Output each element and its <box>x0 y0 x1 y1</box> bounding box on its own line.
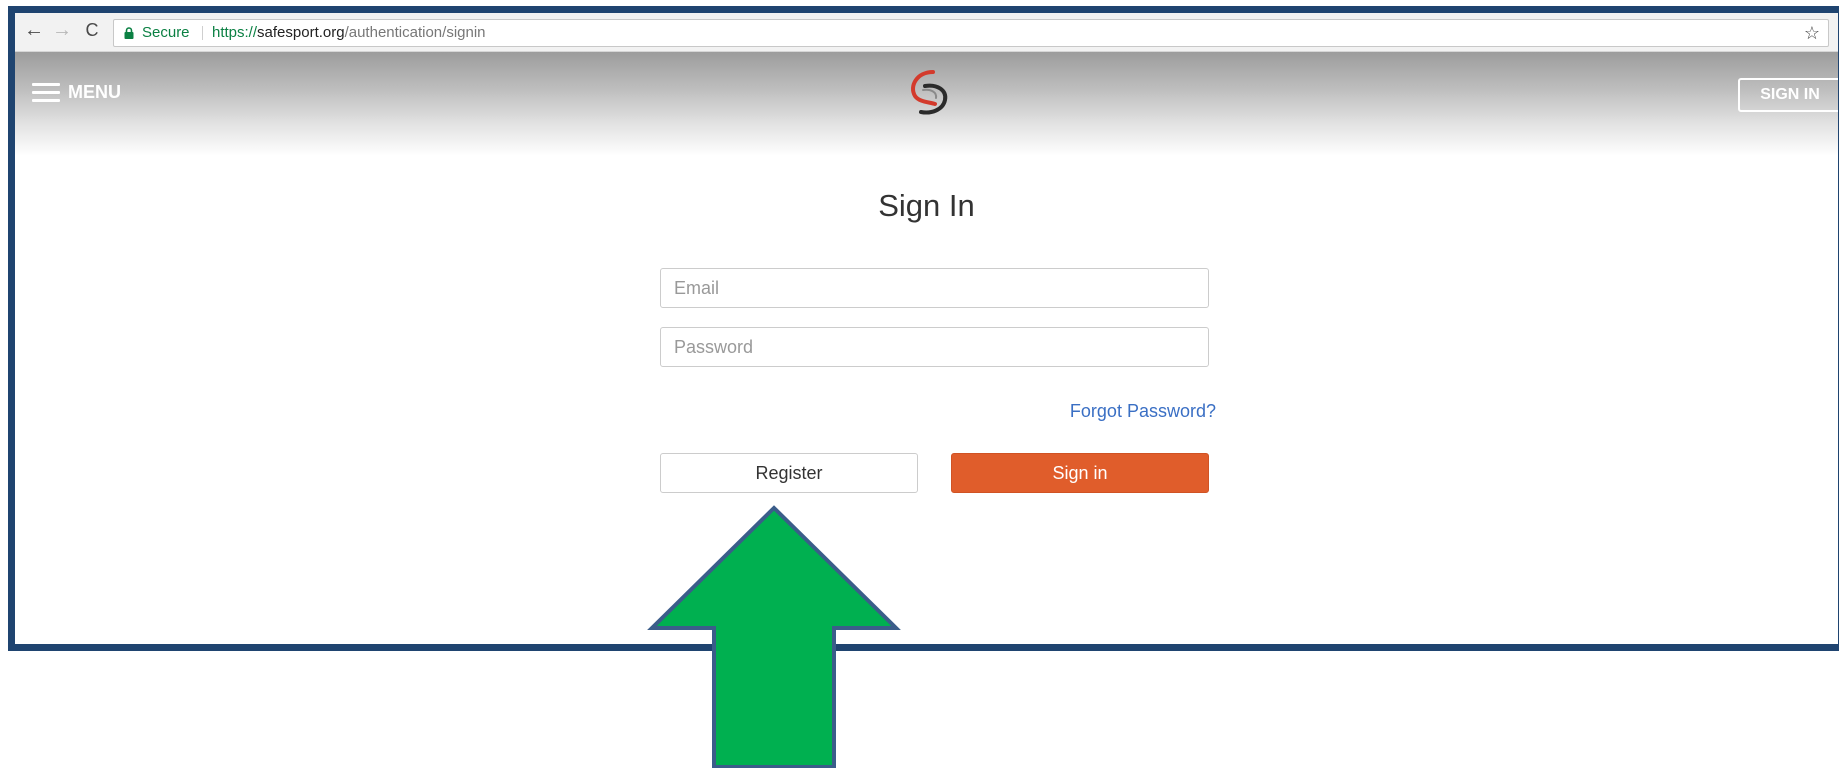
safesport-logo[interactable] <box>903 66 959 122</box>
page-title: Sign In <box>878 188 975 223</box>
browser-toolbar: ← → C Secure https://safesport.org/authe… <box>15 13 1838 52</box>
password-field[interactable] <box>660 327 1209 367</box>
url-text: https://safesport.org/authentication/sig… <box>212 20 486 46</box>
bookmark-star-icon[interactable]: ☆ <box>1804 20 1820 46</box>
register-button[interactable]: Register <box>660 453 918 493</box>
reload-icon[interactable]: C <box>81 19 103 41</box>
lock-icon <box>124 27 134 39</box>
secure-label: Secure <box>142 24 190 41</box>
url-path: /authentication/signin <box>344 24 486 41</box>
url-separator <box>202 26 203 40</box>
url-host: safesport.org <box>257 24 345 41</box>
sign-in-button[interactable]: Sign in <box>951 453 1209 493</box>
menu-label: MENU <box>68 81 121 102</box>
hamburger-icon <box>32 81 60 103</box>
header-sign-in-button[interactable]: SIGN IN <box>1738 78 1838 112</box>
address-bar[interactable]: Secure https://safesport.org/authenticat… <box>113 19 1829 47</box>
stage: ← → C Secure https://safesport.org/authe… <box>0 0 1839 768</box>
back-arrow-icon[interactable]: ← <box>23 19 45 41</box>
forgot-password-link[interactable]: Forgot Password? <box>1070 401 1216 422</box>
forward-arrow-icon[interactable]: → <box>51 19 73 41</box>
screenshot-frame: ← → C Secure https://safesport.org/authe… <box>8 6 1839 651</box>
url-scheme: https:// <box>212 24 258 41</box>
site-header: MENU SIGN IN <box>15 52 1838 156</box>
menu-button[interactable]: MENU <box>32 78 121 106</box>
email-field[interactable] <box>660 268 1209 308</box>
